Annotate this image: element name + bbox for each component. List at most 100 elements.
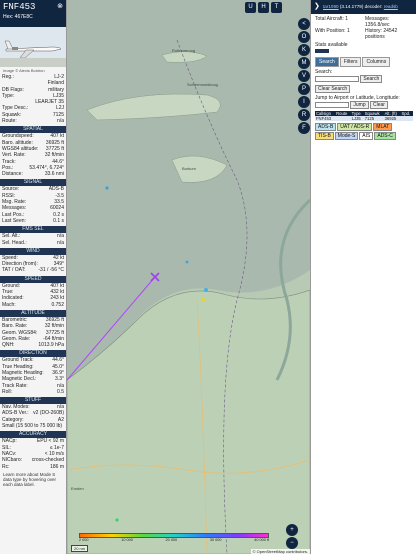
search-button[interactable]: Search: [360, 75, 383, 83]
cell-altitude: 36925: [384, 116, 397, 121]
detail-row: Last Seen: 0.1 s: [0, 218, 66, 224]
stat-value: 1: [346, 28, 350, 34]
map-button-u[interactable]: U: [245, 2, 256, 13]
readsb-link[interactable]: readsb: [384, 4, 398, 9]
aircraft-dot[interactable]: [105, 186, 109, 190]
stat-label: Total Aircraft:: [315, 16, 344, 22]
aircraft-summary: Reg.: LJ-2 Finland DB Flags: military Type: LJ…: [0, 74, 66, 124]
jump-input[interactable]: [315, 102, 349, 108]
section-header[interactable]: STUFF: [0, 397, 66, 405]
detail-value: 1013.9 hPa: [38, 342, 64, 349]
version-bar: ❯ tar1090 (3.14.1779) decoder: readsb: [311, 0, 416, 14]
section-header[interactable]: WIND: [0, 247, 66, 255]
detail-label: QNH:: [2, 342, 15, 349]
detail-value: 33.6 nmi: [44, 171, 64, 178]
callsign: FNF453: [3, 2, 36, 12]
detail-label: Small (15 500 to 75 000 lb): [2, 423, 63, 430]
tab-columns[interactable]: Columns: [362, 57, 391, 67]
aircraft-photo[interactable]: [0, 27, 66, 67]
map-side-button[interactable]: M: [298, 57, 310, 69]
table-row[interactable]: FNF453 LJ35 7125 36925: [315, 116, 413, 121]
altitude-scale-label: 40 000 ft: [254, 538, 269, 542]
tab-search[interactable]: Search: [315, 57, 339, 67]
altitude-scale-label: 2 000: [79, 538, 89, 542]
section-header[interactable]: ACCURACY: [0, 431, 66, 439]
map-side-button[interactable]: K: [298, 44, 310, 56]
map-side-button[interactable]: R: [298, 109, 310, 121]
stat-value: 1: [345, 16, 349, 22]
detail-row: TAT / OAT: -31 / -56 °C: [0, 267, 66, 273]
detail-value: 186 m: [50, 463, 64, 470]
detail-label: Sel. Head.:: [2, 239, 27, 246]
section-header[interactable]: DIRECTION: [0, 350, 66, 358]
section-header[interactable]: SPATIAL: [0, 126, 66, 134]
map-side-button[interactable]: F: [298, 122, 310, 134]
details-header: FNF453 Hex: 467E8C ⊗: [0, 0, 66, 27]
detail-value: n/a: [57, 239, 64, 246]
tar1090-link[interactable]: tar1090: [323, 4, 339, 9]
stat-item: History: 24542 positions: [365, 28, 412, 40]
clear-button[interactable]: Clear: [370, 101, 388, 109]
source-legend: ADS-B UAT / ADS-R MLAT TIS-B Mode-S AIS ADS-C: [315, 123, 412, 140]
cell-squawk: 7125: [364, 116, 375, 121]
altitude-scale-label: 30 000: [209, 538, 222, 542]
place-label: Borkum: [182, 166, 196, 171]
map-button-h[interactable]: H: [258, 2, 269, 13]
map-side-button[interactable]: O: [298, 31, 310, 43]
stat-label: With Position:: [315, 28, 346, 34]
close-icon[interactable]: ⊗: [57, 2, 63, 10]
search-input[interactable]: [315, 76, 359, 82]
map-side-button[interactable]: I: [298, 96, 310, 108]
zoom-in-button[interactable]: +: [286, 524, 298, 536]
tab-filters[interactable]: Filters: [339, 57, 362, 67]
section-header[interactable]: FMS SEL: [0, 226, 66, 234]
source-badge: AIS: [359, 132, 374, 140]
map-side-button[interactable]: <: [298, 18, 310, 30]
stats-grid: Total Aircraft: 1 Messages: 1356.8/sec Wit…: [315, 16, 412, 40]
source-badge: MLAT: [373, 123, 393, 131]
jump-row: Jump to Airport or Latitude, Longitude: …: [315, 95, 412, 109]
section-header[interactable]: SIGNAL: [0, 179, 66, 187]
jump-button[interactable]: Jump: [350, 101, 369, 109]
stats-toggle[interactable]: [315, 49, 329, 53]
source-badge: Mode-S: [334, 132, 359, 140]
detail-row: Sel. Head.: n/a: [0, 240, 66, 246]
map-attribution[interactable]: © OpenStreetMap contributors.: [250, 549, 310, 554]
aircraft-dot[interactable]: [201, 298, 205, 302]
hex-code: Hex: 467E8C: [3, 14, 33, 20]
source-badge: ADS-C: [374, 132, 396, 140]
altitude-scale-labels: 2 000 10 000 20 000 30 000 40 000 ft: [79, 538, 269, 542]
place-label: Schiermonnikoog: [187, 82, 218, 87]
map-button-t[interactable]: T: [271, 2, 282, 13]
map-area[interactable]: Schiermonnikoog Rottumeroog Borkum Emden…: [67, 0, 310, 554]
detail-label: Rc:: [2, 463, 10, 470]
clear-search-button[interactable]: Clear Search: [315, 85, 351, 93]
detail-row: Distance: 33.6 nmi: [0, 171, 66, 177]
map-side-button[interactable]: P: [298, 83, 310, 95]
map-side-button[interactable]: V: [298, 70, 310, 82]
collapse-panel-icon[interactable]: ❯: [314, 2, 320, 10]
place-label: Emden: [71, 486, 84, 491]
aircraft-dot[interactable]: [185, 260, 189, 264]
cell-callsign: FNF453: [316, 116, 332, 121]
detail-label: Reg.:: [2, 74, 14, 80]
section-header[interactable]: ALTITUDE: [0, 309, 66, 317]
stats-block: Total Aircraft: 1 Messages: 1356.8/sec Wit…: [311, 14, 416, 55]
detail-label: Mach:: [2, 301, 16, 308]
zoom-out-button[interactable]: −: [286, 537, 298, 549]
altitude-legend: 2 000 10 000 20 000 30 000 40 000 ft: [79, 533, 269, 547]
aircraft-dot[interactable]: [115, 518, 119, 522]
detail-label: Route:: [2, 118, 17, 125]
detail-value: -31 / -56 °C: [38, 267, 64, 274]
place-label: Rottumeroog: [172, 48, 195, 53]
detail-row: Roll: 0.5: [0, 389, 66, 395]
cell-speed: [400, 116, 413, 121]
detail-sections: SPATIAL Groundspeed: 407 kt Baro. altitude:…: [0, 126, 66, 470]
aircraft-dot[interactable]: [204, 288, 208, 292]
aircraft-table: Callsign Route Type Squawk Alt. (ft) Spd. FNF…: [315, 111, 413, 121]
section-header[interactable]: SPEED: [0, 275, 66, 283]
detail-label: Last Seen:: [2, 217, 26, 224]
map-canvas[interactable]: Schiermonnikoog Rottumeroog Borkum Emden: [67, 0, 310, 554]
right-panel: ❯ tar1090 (3.14.1779) decoder: readsb To…: [310, 0, 416, 554]
version-text: (3.14.1779) decoder:: [339, 4, 383, 9]
